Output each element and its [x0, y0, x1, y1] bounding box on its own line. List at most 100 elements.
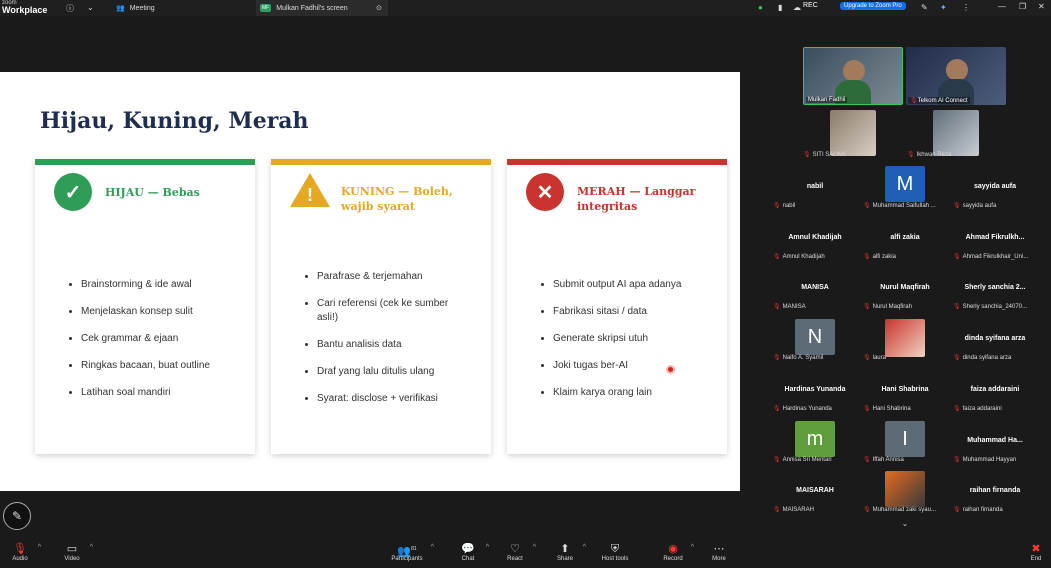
mic-muted-icon: 🎙: [953, 203, 961, 209]
avatar: m: [795, 421, 835, 457]
participant-label: 🎙 raihan firnanda: [953, 507, 1003, 513]
ai-companion-icon[interactable]: ✦: [940, 3, 947, 12]
tab-meeting[interactable]: 👥 Meeting: [112, 0, 252, 16]
react-button[interactable]: ♡ React ^: [492, 542, 538, 562]
participant-label: 🎙 Ahmad Fikrulkhair_Uni...: [953, 254, 1029, 260]
chat-button[interactable]: 💬 Chat ^: [445, 542, 491, 562]
share-label: Share: [556, 556, 573, 562]
mic-muted-icon: 🎙: [953, 457, 961, 463]
video-tile[interactable]: [885, 471, 925, 507]
chevron-up-icon[interactable]: ^: [486, 544, 489, 551]
participant-label: 🎙 Hani Shabrina: [863, 406, 911, 412]
video-button[interactable]: ▭ Video ^: [49, 542, 95, 562]
heart-icon: ♡: [510, 543, 520, 555]
zoom-logo: zoom Workplace: [2, 0, 52, 15]
tab-shared-screen[interactable]: MF Mulkan Fadhil's screen ⊙: [256, 0, 388, 16]
list-item: Bantu analisis data: [317, 338, 482, 352]
participants-icon: 👥81: [397, 545, 417, 558]
shield-icon[interactable]: ●: [758, 3, 763, 12]
participant-label: 🎙 laura: [863, 355, 886, 361]
list-item: Klaim karya orang lain: [553, 386, 723, 400]
restore-icon[interactable]: ❐: [1019, 2, 1026, 11]
participants-button[interactable]: 👥81 Participants ^: [384, 542, 434, 562]
chevron-up-icon[interactable]: ^: [90, 544, 93, 551]
participant-title: MANISA: [801, 284, 829, 291]
video-tile[interactable]: 🎙Telkom AI Connect: [906, 47, 1006, 105]
participant-label: 🎙 Iffah Annisa: [863, 457, 904, 463]
mic-muted-icon: 🎙: [803, 152, 811, 158]
mic-muted-icon: 🎙: [863, 203, 871, 209]
chevron-up-icon[interactable]: ^: [691, 544, 694, 551]
participant-label: 🎙 Annisa Sri Mentari: [773, 457, 832, 463]
video-tile[interactable]: [933, 110, 979, 156]
video-tile[interactable]: [830, 110, 876, 156]
list-item: Cari referensi (cek ke sumberasli!): [317, 297, 482, 325]
close-icon[interactable]: ✕: [1038, 2, 1045, 11]
participants-label: Participants: [391, 556, 423, 562]
mic-muted-icon: 🎙: [907, 152, 915, 158]
participant-label: 🎙 nabil: [773, 203, 796, 209]
end-icon: ✖: [1031, 543, 1041, 555]
chevron-down-icon[interactable]: ⌄: [87, 3, 94, 12]
more-icon[interactable]: ⋮: [962, 3, 970, 12]
more-options-icon[interactable]: ⊙: [376, 4, 382, 12]
participant-title: Sherly sanchia 2...: [964, 284, 1026, 291]
participant-title: dinda syifana arza: [964, 335, 1026, 342]
audio-button[interactable]: 🎙 Audio ^: [0, 542, 43, 562]
more-label: More: [712, 556, 726, 562]
list-item: Brainstorming & ide awal: [81, 278, 251, 292]
mic-muted-icon: 🎙: [863, 507, 871, 513]
list-item: Menjelaskan konsep sulit: [81, 305, 251, 319]
mic-muted-icon: 🎙: [13, 543, 27, 555]
annotate-pen-button[interactable]: ✎: [3, 502, 31, 530]
chevron-up-icon[interactable]: ^: [583, 544, 586, 551]
more-icon: ⋯: [713, 543, 725, 555]
participant-label: 🎙 Amnul Khadijah: [773, 254, 825, 260]
mic-muted-icon: 🎙: [773, 203, 781, 209]
mic-muted-icon: 🎙: [863, 254, 871, 260]
participant-title: Muhammad Ha...: [967, 437, 1023, 444]
participant-label: 🎙 Nurul Maqfirah: [863, 304, 912, 310]
host-tools-button[interactable]: ⛨ Host tools: [592, 542, 638, 562]
react-label: React: [507, 556, 523, 562]
list-item: Ringkas bacaan, buat outline: [81, 359, 251, 373]
card-bar: [271, 159, 491, 165]
participant-title: Ahmad Fikrulkh...: [965, 234, 1025, 241]
more-button[interactable]: ⋯ More: [696, 542, 742, 562]
signal-icon: ▮: [778, 3, 783, 12]
pen-icon[interactable]: ✎: [921, 3, 928, 12]
video-name: 🎙Telkom AI Connect: [908, 97, 970, 104]
participant-label: 🎙 SITI SALWA: [803, 152, 846, 158]
camera-icon: ▭: [66, 543, 78, 555]
share-button[interactable]: ⬆ Share ^: [542, 542, 588, 562]
card-kuning: ! KUNING — Boleh, wajib syarat Parafrase…: [271, 159, 491, 454]
chevron-up-icon[interactable]: ^: [533, 544, 536, 551]
video-tile[interactable]: [885, 319, 925, 357]
scroll-down-icon[interactable]: ⌄: [895, 519, 915, 531]
audio-label: Audio: [12, 556, 28, 562]
tab-meeting-label: Meeting: [129, 4, 155, 12]
participant-title: raihan firnanda: [969, 487, 1021, 494]
card-hijau: ✓ HIJAU — Bebas Brainstorming & ide awal…: [35, 159, 255, 454]
info-icon[interactable]: ⓘ: [66, 3, 74, 14]
mic-muted-icon: 🎙: [863, 355, 871, 361]
participant-label: 🎙 MAISARAH: [773, 507, 814, 513]
chevron-up-icon[interactable]: ^: [431, 544, 434, 551]
mic-muted-icon: 🎙: [773, 406, 781, 412]
chevron-up-icon[interactable]: ^: [38, 544, 41, 551]
upgrade-button[interactable]: Upgrade to Zoom Pro: [840, 2, 906, 10]
list-item: Syarat: disclose + verifikasi: [317, 392, 482, 406]
host-tools-label: Host tools: [601, 556, 629, 562]
card-merah: ✕ MERAH — Langgar integritas Submit outp…: [507, 159, 727, 454]
avatar: N: [795, 319, 835, 355]
record-button[interactable]: ◉ Record ^: [650, 542, 696, 562]
participant-label: 🎙 Muhammad Hayyan: [953, 457, 1017, 463]
end-button[interactable]: ✖ End: [1013, 542, 1051, 562]
mic-muted-icon: 🎙: [773, 507, 781, 513]
video-tile[interactable]: Mulkan Fadhil: [803, 47, 903, 105]
minimize-icon[interactable]: —: [998, 2, 1006, 11]
mic-muted-icon: 🎙: [953, 304, 961, 310]
avatar: I: [885, 421, 925, 457]
check-circle-icon: ✓: [54, 173, 92, 211]
mic-muted-icon: 🎙: [863, 304, 871, 310]
